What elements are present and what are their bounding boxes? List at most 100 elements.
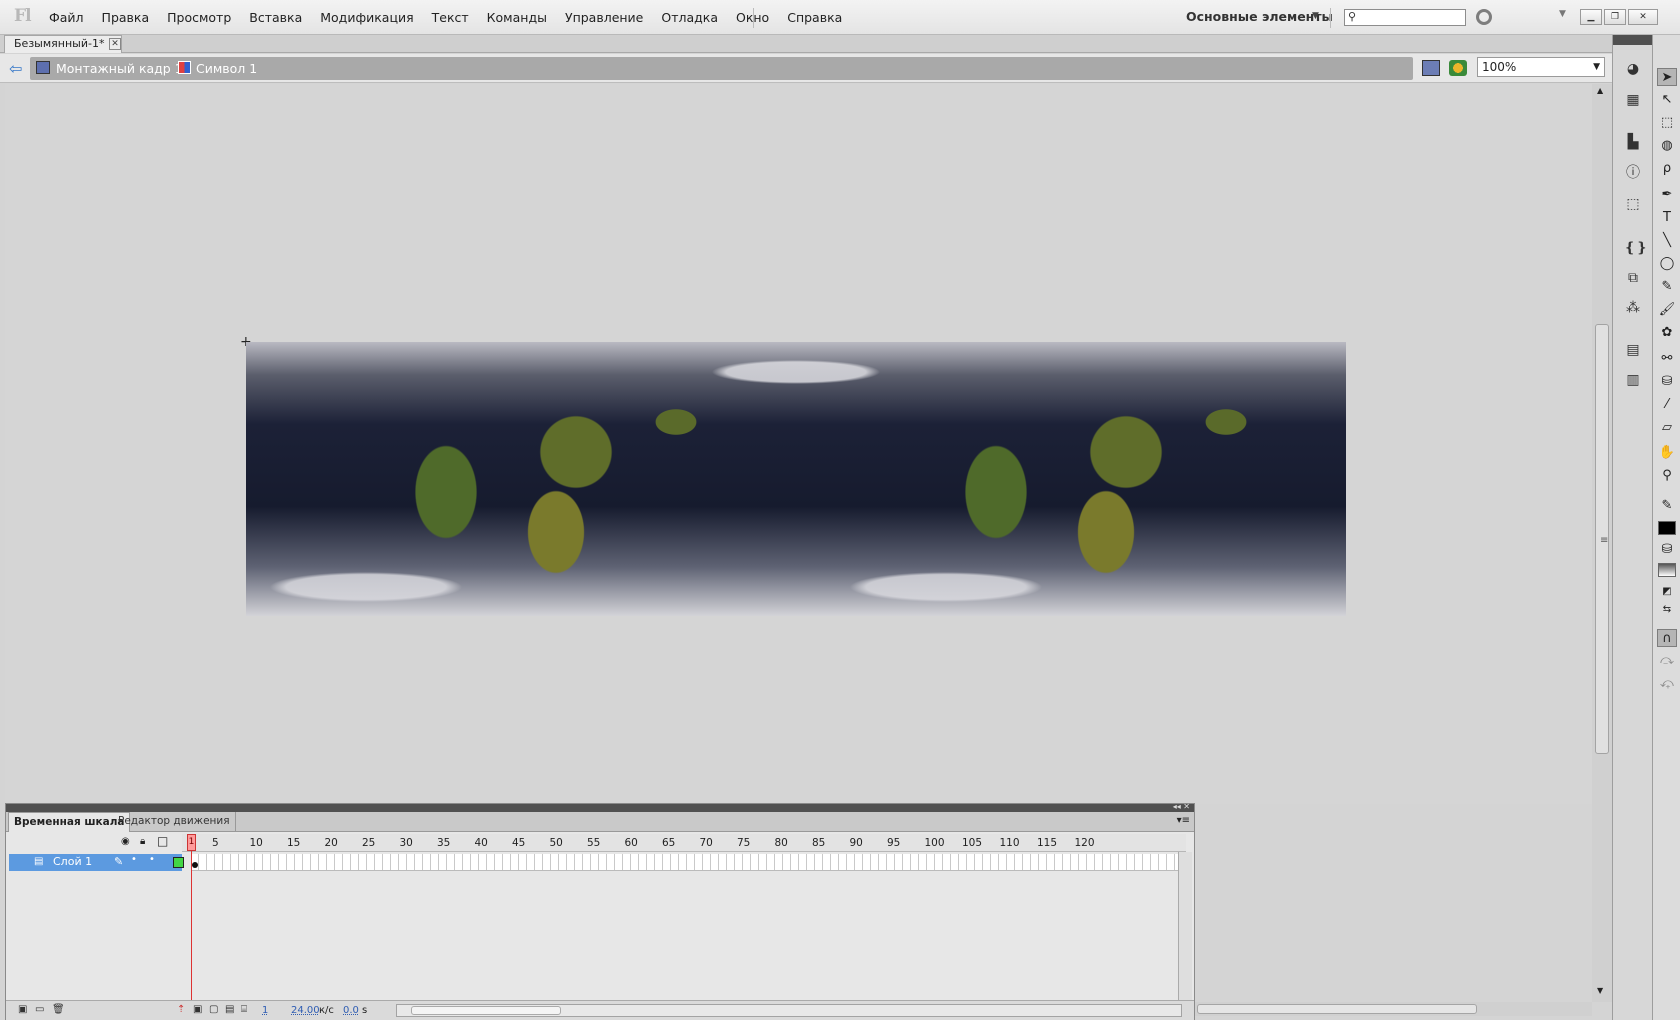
chevron-down-icon[interactable]: ▼ <box>1312 11 1319 21</box>
lasso-icon[interactable]: ρ <box>1657 160 1677 178</box>
chevron-down-icon[interactable]: ▼ <box>1559 9 1566 19</box>
tab-motion-editor[interactable]: Редактор движения <box>113 812 236 832</box>
timeline-horizontal-scrollbar[interactable] <box>396 1004 1182 1017</box>
onion-outlines-icon[interactable]: ▢ <box>209 1004 218 1015</box>
playhead[interactable]: 1 <box>187 834 196 851</box>
hand-icon[interactable]: ✋ <box>1657 444 1677 462</box>
menu-text[interactable]: Текст <box>423 10 478 25</box>
visibility-dot-icon[interactable]: • <box>131 854 137 865</box>
elapsed-time[interactable]: 0.0 <box>343 1005 359 1016</box>
search-input[interactable]: ⚲ <box>1344 9 1466 26</box>
world-map-image[interactable] <box>246 342 1346 616</box>
delete-icon[interactable]: 🗑︎ <box>52 1004 65 1015</box>
lock-dot-icon[interactable]: • <box>149 854 155 865</box>
layer-row[interactable]: ▤ Слой 1 ✎ • • <box>9 854 184 871</box>
new-layer-icon[interactable]: ▣ <box>18 1004 27 1015</box>
scroll-up-icon[interactable]: ▲ <box>1597 86 1603 95</box>
menu-insert[interactable]: Вставка <box>240 10 311 25</box>
bone-icon[interactable]: ⚯ <box>1657 350 1677 368</box>
fill-color-swatch[interactable] <box>1658 563 1676 577</box>
eye-icon[interactable]: ◉ <box>121 836 130 847</box>
swatches-icon[interactable]: ▦ <box>1624 92 1642 108</box>
straighten-icon[interactable]: ⤽ <box>1657 675 1677 693</box>
workspace-switcher[interactable]: Основные элементы <box>1186 9 1333 24</box>
3d-rotation-icon[interactable]: ◍ <box>1657 137 1677 155</box>
menu-control[interactable]: Управление <box>556 10 652 25</box>
frame-tick-label: 75 <box>737 837 751 849</box>
timeline-vertical-scrollbar[interactable] <box>1178 852 1192 1002</box>
subselection-icon[interactable]: ↖ <box>1657 91 1677 109</box>
lock-icon[interactable]: 🔒︎ <box>140 836 145 847</box>
stage-vertical-scrollbar[interactable]: ▲ ≡ ▼ <box>1592 84 1612 1002</box>
frame-ruler[interactable]: 1510152025303540455055606570758085909510… <box>182 834 1186 852</box>
color-panel-icon[interactable]: ◕ <box>1624 61 1642 77</box>
stage-horizontal-scrollbar[interactable] <box>1195 1002 1592 1016</box>
menu-modify[interactable]: Модификация <box>311 10 422 25</box>
library-icon[interactable]: ▤ <box>1624 342 1642 358</box>
motion-presets-icon[interactable]: ⁂ <box>1624 300 1642 316</box>
eraser-icon[interactable]: ▱ <box>1657 419 1677 437</box>
new-folder-icon[interactable]: ▭ <box>35 1004 44 1015</box>
scrollbar-thumb[interactable] <box>411 1006 561 1015</box>
selection-icon[interactable]: ➤ <box>1657 68 1677 86</box>
menu-commands[interactable]: Команды <box>478 10 556 25</box>
edit-scene-icon[interactable] <box>1422 60 1440 76</box>
zoom-select[interactable]: 100% ▼ <box>1477 57 1605 77</box>
breadcrumb-scene[interactable]: Монтажный кадр 1 <box>56 61 183 76</box>
layer-name[interactable]: Слой 1 <box>53 855 92 868</box>
cs-live-icon[interactable] <box>1476 9 1492 25</box>
actions-icon[interactable]: ❴❵ <box>1624 240 1647 256</box>
deco-icon[interactable]: ✿ <box>1657 324 1677 342</box>
scrollbar-thumb[interactable]: ≡ <box>1595 324 1609 754</box>
outline-icon[interactable]: □ <box>157 834 168 848</box>
close-button[interactable]: ✕ <box>1628 9 1658 25</box>
info-icon[interactable]: ⓘ <box>1624 165 1642 181</box>
restore-button[interactable]: ❐ <box>1604 9 1626 25</box>
frame-grid[interactable] <box>191 854 1186 871</box>
pencil-icon[interactable]: ✎ <box>1657 278 1677 296</box>
minimize-button[interactable]: ▁ <box>1580 9 1602 25</box>
text-icon[interactable]: T <box>1657 209 1677 227</box>
swap-colors-icon[interactable]: ⇆ <box>1657 601 1677 619</box>
eyedropper-icon[interactable]: ⁄ <box>1657 396 1677 414</box>
free-transform-icon[interactable]: ⬚ <box>1657 114 1677 132</box>
brush-icon[interactable]: 🖌 <box>1657 301 1677 319</box>
scroll-down-icon[interactable]: ▼ <box>1597 986 1603 995</box>
menu-view[interactable]: Просмотр <box>158 10 240 25</box>
close-icon[interactable]: ✕ <box>109 38 121 50</box>
components-icon[interactable]: ⧉ <box>1624 270 1642 286</box>
onion-markers-icon[interactable]: ⌸ <box>241 1004 247 1015</box>
frame-rate[interactable]: 24.00 <box>291 1005 320 1016</box>
menu-file[interactable]: Файл <box>40 10 93 25</box>
books-icon[interactable]: ▥ <box>1624 372 1642 388</box>
panel-header[interactable]: ◂◂ ✕ <box>6 802 1194 812</box>
oval-icon[interactable]: ◯ <box>1657 255 1677 273</box>
back-arrow-icon[interactable]: ⇦ <box>9 59 22 78</box>
default-colors-icon[interactable]: ◩ <box>1657 583 1677 601</box>
current-frame[interactable]: 1 <box>262 1005 268 1016</box>
scene-icon <box>36 61 50 74</box>
align-icon[interactable]: ▙ <box>1624 134 1642 150</box>
document-tab[interactable]: Безымянный-1* ✕ <box>4 35 122 53</box>
panel-menu-icon[interactable]: ▾≡ <box>1177 815 1190 826</box>
paint-bucket-icon[interactable]: ⛁ <box>1657 373 1677 391</box>
stroke-color-swatch[interactable] <box>1658 521 1676 535</box>
center-frame-icon[interactable]: ⇡ <box>177 1004 185 1015</box>
collapse-close-icons[interactable]: ◂◂ ✕ <box>1173 802 1190 811</box>
breadcrumb-symbol[interactable]: Символ 1 <box>196 61 257 76</box>
scrollbar-thumb[interactable] <box>1197 1004 1477 1014</box>
onion-skin-icon[interactable]: ▣ <box>193 1004 202 1015</box>
smooth-icon[interactable]: ⤼ <box>1657 652 1677 670</box>
line-icon[interactable]: ╲ <box>1657 232 1677 250</box>
outline-color-swatch[interactable] <box>173 857 184 868</box>
zoom-icon[interactable]: ⚲ <box>1657 467 1677 485</box>
menu-debug[interactable]: Отладка <box>652 10 727 25</box>
keyframe-marker[interactable] <box>192 862 198 868</box>
transform-icon[interactable]: ⬚ <box>1624 196 1642 212</box>
edit-multiple-icon[interactable]: ▤ <box>225 1004 234 1015</box>
menu-edit[interactable]: Правка <box>93 10 159 25</box>
pen-icon[interactable]: ✒ <box>1657 186 1677 204</box>
snap-magnet-icon[interactable]: ∩ <box>1657 629 1677 647</box>
menu-help[interactable]: Справка <box>778 10 851 25</box>
edit-symbol-icon[interactable] <box>1449 60 1467 76</box>
